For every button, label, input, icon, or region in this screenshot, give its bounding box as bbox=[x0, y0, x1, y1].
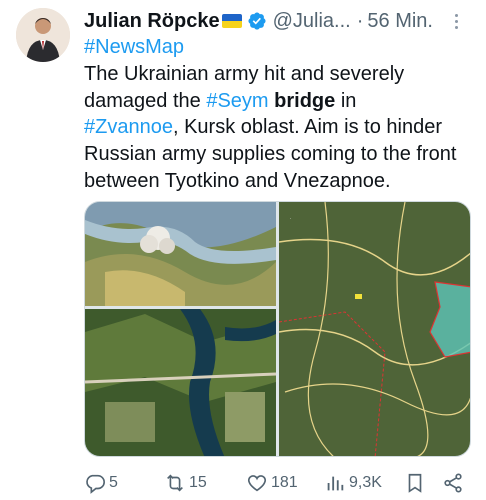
tweet-header: Julian Röpcke @Julia... · 56 Min. bbox=[84, 8, 466, 34]
retweet-count: 15 bbox=[189, 474, 207, 491]
strike-photo[interactable] bbox=[85, 202, 276, 306]
views-icon bbox=[327, 476, 344, 491]
verified-badge-icon bbox=[248, 12, 266, 30]
action-bar: 5 15 181 9,3K bbox=[84, 470, 474, 496]
retweet-icon bbox=[167, 474, 183, 492]
tweet-text: #NewsMap The Ukrainian army hit and seve… bbox=[84, 34, 479, 195]
hashtag-seym[interactable]: #Seym bbox=[206, 90, 268, 112]
avatar[interactable] bbox=[16, 8, 70, 62]
like-count: 181 bbox=[271, 474, 298, 491]
like-button[interactable]: 181 bbox=[246, 470, 298, 496]
bookmark-icon bbox=[408, 473, 422, 493]
hashtag-newsmap[interactable]: #NewsMap bbox=[84, 36, 184, 58]
author-name[interactable]: Julian Röpcke bbox=[84, 10, 220, 33]
media-images: · bbox=[85, 202, 471, 457]
separator-dot: · bbox=[356, 9, 364, 32]
media-grid[interactable]: · bbox=[84, 201, 471, 457]
more-options-icon[interactable] bbox=[446, 8, 466, 34]
satellite-photo[interactable] bbox=[85, 309, 277, 457]
reply-button[interactable]: 5 bbox=[84, 470, 118, 496]
reply-count: 5 bbox=[109, 474, 118, 491]
hashtag-zvannoe[interactable]: #Zvannoe bbox=[84, 116, 173, 138]
view-count: 9,3K bbox=[349, 474, 382, 491]
share-button[interactable] bbox=[442, 470, 464, 496]
share-icon bbox=[444, 473, 462, 493]
author-handle[interactable]: @Julia... bbox=[273, 10, 351, 33]
retweet-button[interactable]: 15 bbox=[164, 470, 207, 496]
map-image[interactable]: · bbox=[278, 202, 471, 457]
avatar-photo bbox=[16, 8, 70, 62]
heart-icon bbox=[247, 475, 267, 492]
svg-text:·: · bbox=[290, 216, 291, 221]
views-button[interactable]: 9,3K bbox=[324, 470, 382, 496]
reply-icon bbox=[86, 474, 105, 494]
timestamp[interactable]: 56 Min. bbox=[367, 10, 433, 33]
text-part-2: in bbox=[335, 89, 357, 112]
ukraine-flag-icon bbox=[221, 14, 242, 28]
text-bridge: bridge bbox=[274, 89, 336, 112]
bookmark-button[interactable] bbox=[404, 470, 426, 496]
